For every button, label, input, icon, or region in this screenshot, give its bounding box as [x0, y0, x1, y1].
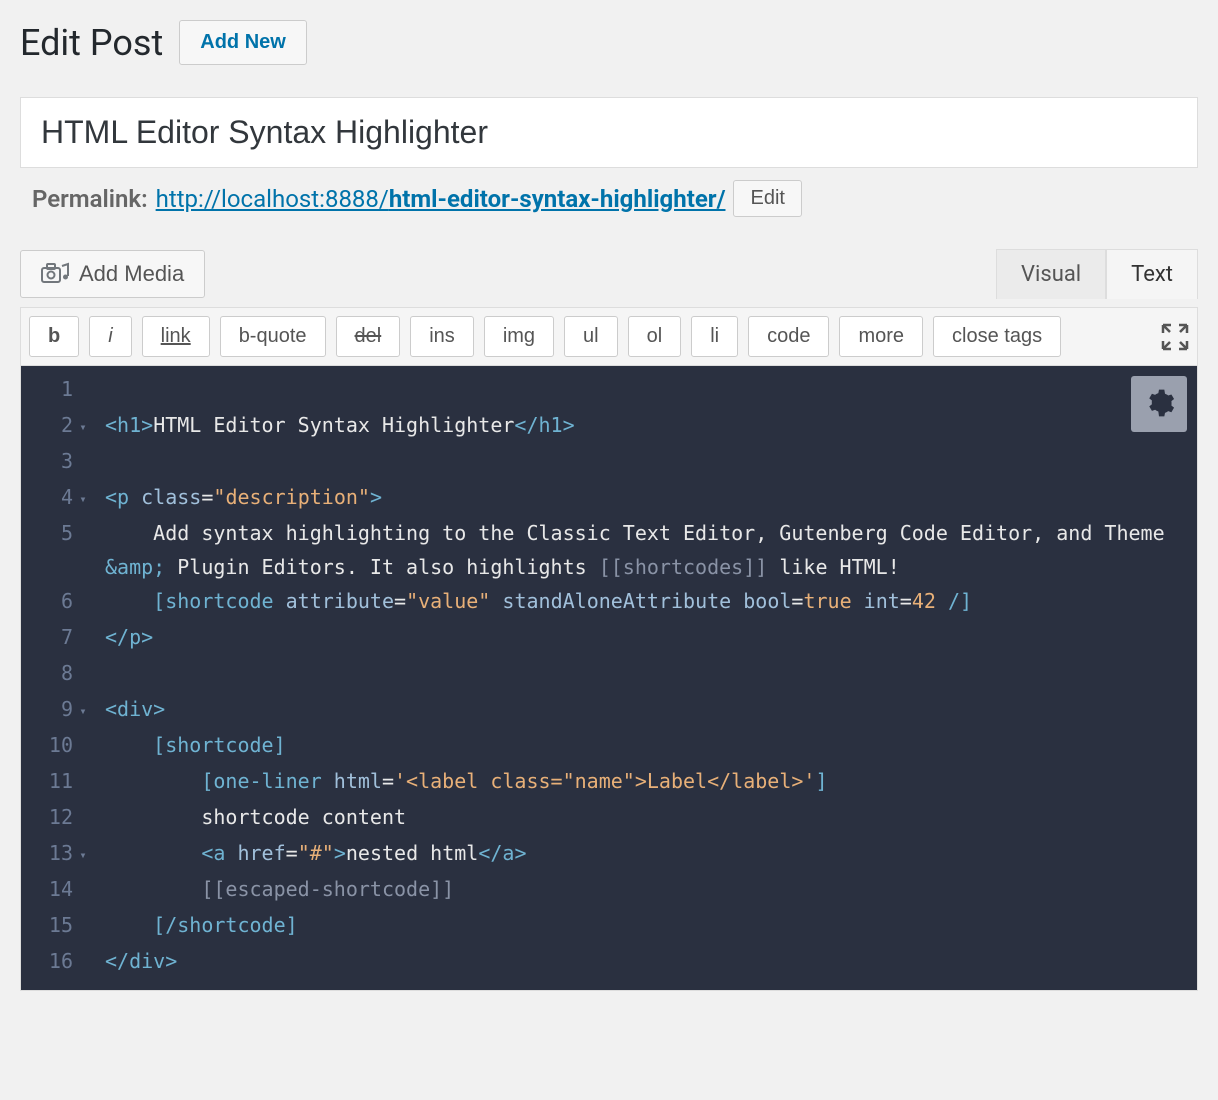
permalink-link[interactable]: http://localhost:8888/html-editor-syntax… [156, 185, 726, 213]
permalink-label: Permalink: [32, 185, 148, 213]
qt-more-button[interactable]: more [839, 316, 923, 357]
code-line[interactable]: 7 </p> [21, 620, 1197, 656]
line-number: 13▾ [21, 836, 97, 872]
code-line[interactable]: 3 [21, 444, 1197, 480]
line-number: 6 [21, 584, 97, 620]
qt-li-button[interactable]: li [691, 316, 738, 357]
qt-img-button[interactable]: img [484, 316, 554, 357]
line-number: 3 [21, 444, 97, 480]
qt-ul-button[interactable]: ul [564, 316, 618, 357]
line-number: 12 [21, 800, 97, 836]
post-title-input[interactable] [20, 97, 1198, 168]
line-number: 4▾ [21, 480, 97, 516]
code-content[interactable]: [[escaped-shortcode]] [97, 872, 1197, 908]
code-content[interactable]: [one-liner html='<label class="name">Lab… [97, 764, 1197, 800]
edit-permalink-button[interactable]: Edit [733, 180, 801, 217]
page-title: Edit Post [20, 22, 163, 64]
code-content[interactable]: shortcode content [97, 800, 1197, 836]
code-content[interactable]: </p> [97, 620, 1197, 656]
line-number: 2▾ [21, 408, 97, 444]
code-line[interactable]: 6 [shortcode attribute="value" standAlon… [21, 584, 1197, 620]
code-content[interactable]: <h1>HTML Editor Syntax Highlighter</h1> [97, 408, 1197, 444]
qt-del-button[interactable]: del [336, 316, 401, 357]
qt-bold-button[interactable]: b [29, 316, 79, 357]
code-content[interactable] [97, 372, 1197, 408]
line-number: 7 [21, 620, 97, 656]
line-number: 16 [21, 944, 97, 980]
camera-music-icon [41, 262, 69, 286]
line-number: 1 [21, 372, 97, 408]
gear-icon [1143, 387, 1175, 422]
code-line[interactable]: 5 Add syntax highlighting to the Classic… [21, 516, 1197, 584]
add-media-button[interactable]: Add Media [20, 250, 205, 298]
tab-text[interactable]: Text [1106, 249, 1198, 299]
add-new-button[interactable]: Add New [179, 20, 307, 65]
code-line[interactable]: 11 [one-liner html='<label class="name">… [21, 764, 1197, 800]
permalink-base: http://localhost:8888/ [156, 185, 389, 213]
qt-code-button[interactable]: code [748, 316, 829, 357]
qt-ol-button[interactable]: ol [628, 316, 682, 357]
code-content[interactable]: <p class="description"> [97, 480, 1197, 516]
code-line[interactable]: 12 shortcode content [21, 800, 1197, 836]
qt-bquote-button[interactable]: b-quote [220, 316, 326, 357]
qt-ins-button[interactable]: ins [410, 316, 474, 357]
settings-button[interactable] [1131, 376, 1187, 432]
line-number: 11 [21, 764, 97, 800]
code-content[interactable]: <a href="#">nested html</a> [97, 836, 1197, 872]
code-line[interactable]: 2▾<h1>HTML Editor Syntax Highlighter</h1… [21, 408, 1197, 444]
fullscreen-icon[interactable] [1161, 323, 1189, 351]
code-content[interactable]: [shortcode attribute="value" standAloneA… [97, 584, 1197, 620]
permalink-slug: html-editor-syntax-highlighter/ [389, 185, 726, 213]
line-number: 10 [21, 728, 97, 764]
code-line[interactable]: 16 </div> [21, 944, 1197, 980]
qt-link-button[interactable]: link [142, 316, 210, 357]
code-line[interactable]: 13▾ <a href="#">nested html</a> [21, 836, 1197, 872]
qt-close-tags-button[interactable]: close tags [933, 316, 1061, 357]
code-content[interactable]: </div> [97, 944, 1197, 980]
code-content[interactable]: [shortcode] [97, 728, 1197, 764]
code-content[interactable]: Add syntax highlighting to the Classic T… [97, 516, 1197, 584]
code-line[interactable]: 10 [shortcode] [21, 728, 1197, 764]
qt-italic-button[interactable]: i [89, 316, 131, 357]
code-line[interactable]: 9▾<div> [21, 692, 1197, 728]
line-number: 8 [21, 656, 97, 692]
code-line[interactable]: 15 [/shortcode] [21, 908, 1197, 944]
code-line[interactable]: 14 [[escaped-shortcode]] [21, 872, 1197, 908]
line-number: 9▾ [21, 692, 97, 728]
add-media-label: Add Media [79, 261, 184, 287]
code-content[interactable]: [/shortcode] [97, 908, 1197, 944]
line-number: 5 [21, 516, 97, 584]
code-line[interactable]: 1 [21, 372, 1197, 408]
code-content[interactable]: <div> [97, 692, 1197, 728]
line-number: 15 [21, 908, 97, 944]
code-line[interactable]: 4▾<p class="description"> [21, 480, 1197, 516]
quicktags-toolbar: b i link b-quote del ins img ul ol li co… [20, 307, 1198, 366]
line-number: 14 [21, 872, 97, 908]
code-content[interactable] [97, 656, 1197, 692]
tab-visual[interactable]: Visual [996, 249, 1106, 299]
code-line[interactable]: 8 [21, 656, 1197, 692]
code-content[interactable] [97, 444, 1197, 480]
code-editor[interactable]: 1 2▾<h1>HTML Editor Syntax Highlighter</… [20, 366, 1198, 991]
